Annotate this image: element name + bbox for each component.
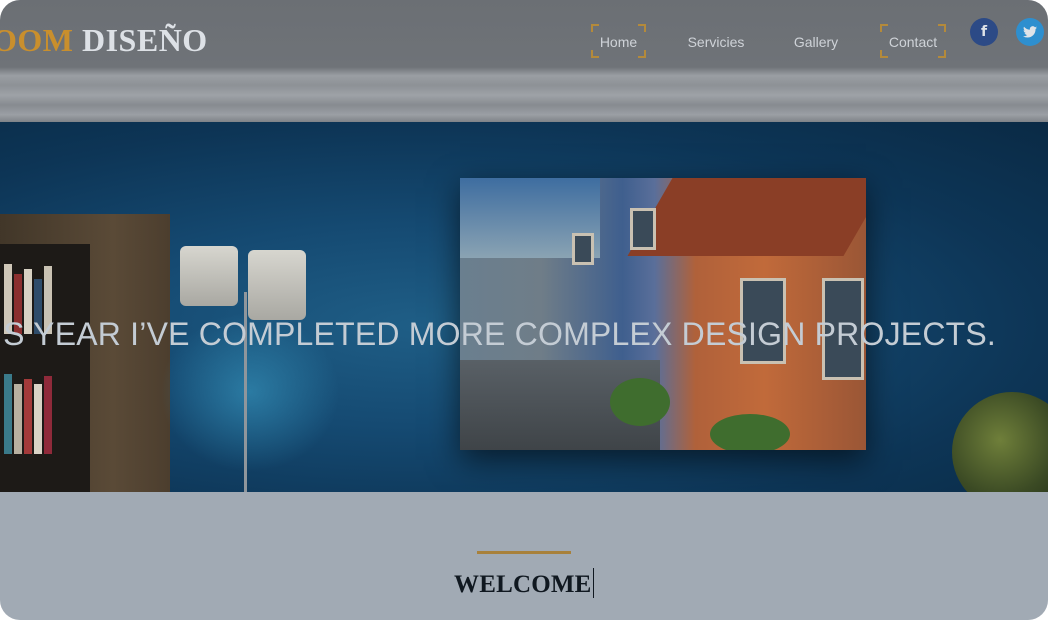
facebook-icon[interactable]: f (970, 18, 998, 46)
lamp-shade-left (180, 246, 238, 306)
nav-item-label: Servicies (687, 34, 745, 50)
welcome-heading-text: WELCOME (454, 571, 592, 598)
nav-item-servicies[interactable]: Servicies (684, 24, 748, 58)
nav-item-home[interactable]: Home (591, 24, 646, 58)
twitter-icon[interactable] (1016, 18, 1044, 46)
welcome-section: WELCOME (0, 492, 1048, 620)
lamp-shade-right (248, 250, 306, 320)
text-cursor (592, 568, 594, 598)
hero-headline: IS YEAR I’VE COMPLETED MORE COMPLEX DESI… (0, 316, 997, 352)
site-logo[interactable]: OOM DISEÑO (0, 22, 208, 59)
hero-banner: IS YEAR I’VE COMPLETED MORE COMPLEX DESI… (0, 122, 1048, 492)
twitter-bird-glyph (1023, 26, 1037, 38)
nav-item-label: Gallery (793, 34, 839, 50)
nav-item-gallery[interactable]: Gallery (788, 24, 844, 58)
page-frame: OOM DISEÑO Home Servicies Gallery Contac… (0, 0, 1048, 620)
logo-accent-text: OOM (0, 22, 74, 58)
nav-item-label: Home (599, 34, 638, 50)
welcome-heading: WELCOME (454, 568, 594, 599)
painting-houses-image (460, 178, 866, 450)
welcome-divider (477, 551, 571, 554)
site-header: OOM DISEÑO Home Servicies Gallery Contac… (0, 0, 1048, 122)
facebook-glyph: f (980, 24, 988, 40)
nav-item-label: Contact (888, 34, 938, 50)
bookshelf-image (0, 214, 170, 492)
logo-main-text: DISEÑO (81, 22, 208, 58)
nav-item-contact[interactable]: Contact (880, 24, 946, 58)
potted-plant-image (952, 392, 1048, 492)
